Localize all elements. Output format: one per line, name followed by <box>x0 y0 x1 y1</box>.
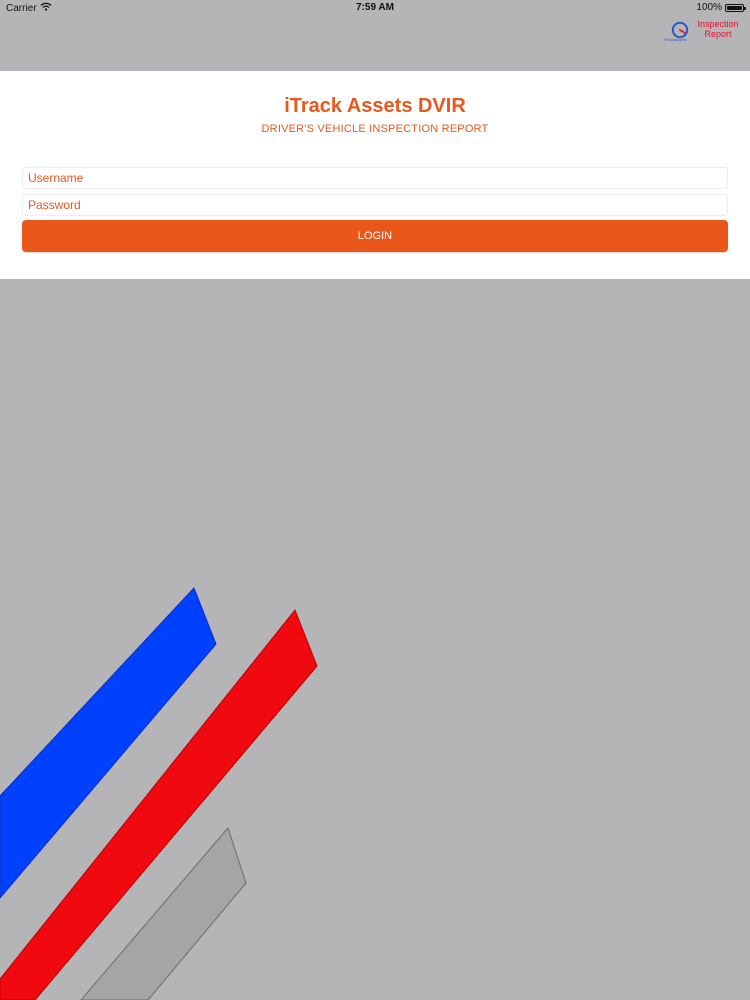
logo-text-line2: Report <box>704 29 732 39</box>
battery-icon <box>725 3 746 12</box>
login-screen: Carrier 7:59 AM 100% Inspection Report i… <box>0 0 750 1000</box>
login-button[interactable]: LOGIN <box>22 220 728 252</box>
logo-text-line1: Inspection <box>697 19 739 29</box>
password-input[interactable] <box>22 194 728 216</box>
page-subtitle: DRIVER'S VEHICLE INSPECTION REPORT <box>261 123 489 135</box>
logo-small-text: iTrackAssets <box>664 37 687 42</box>
page-title: iTrack Assets DVIR <box>284 95 466 117</box>
username-input[interactable] <box>22 167 728 189</box>
logo-text: Inspection Report <box>694 19 742 39</box>
battery-percent: 100% <box>696 2 722 13</box>
brand-logo: Inspection Report iTrackAssets <box>664 19 742 45</box>
decorative-stripes <box>0 587 318 1000</box>
status-right: 100% <box>696 2 746 13</box>
login-card: iTrack Assets DVIR DRIVER'S VEHICLE INSP… <box>0 71 750 279</box>
status-time: 7:59 AM <box>356 2 394 13</box>
status-bar: Carrier 7:59 AM 100% <box>0 0 750 16</box>
